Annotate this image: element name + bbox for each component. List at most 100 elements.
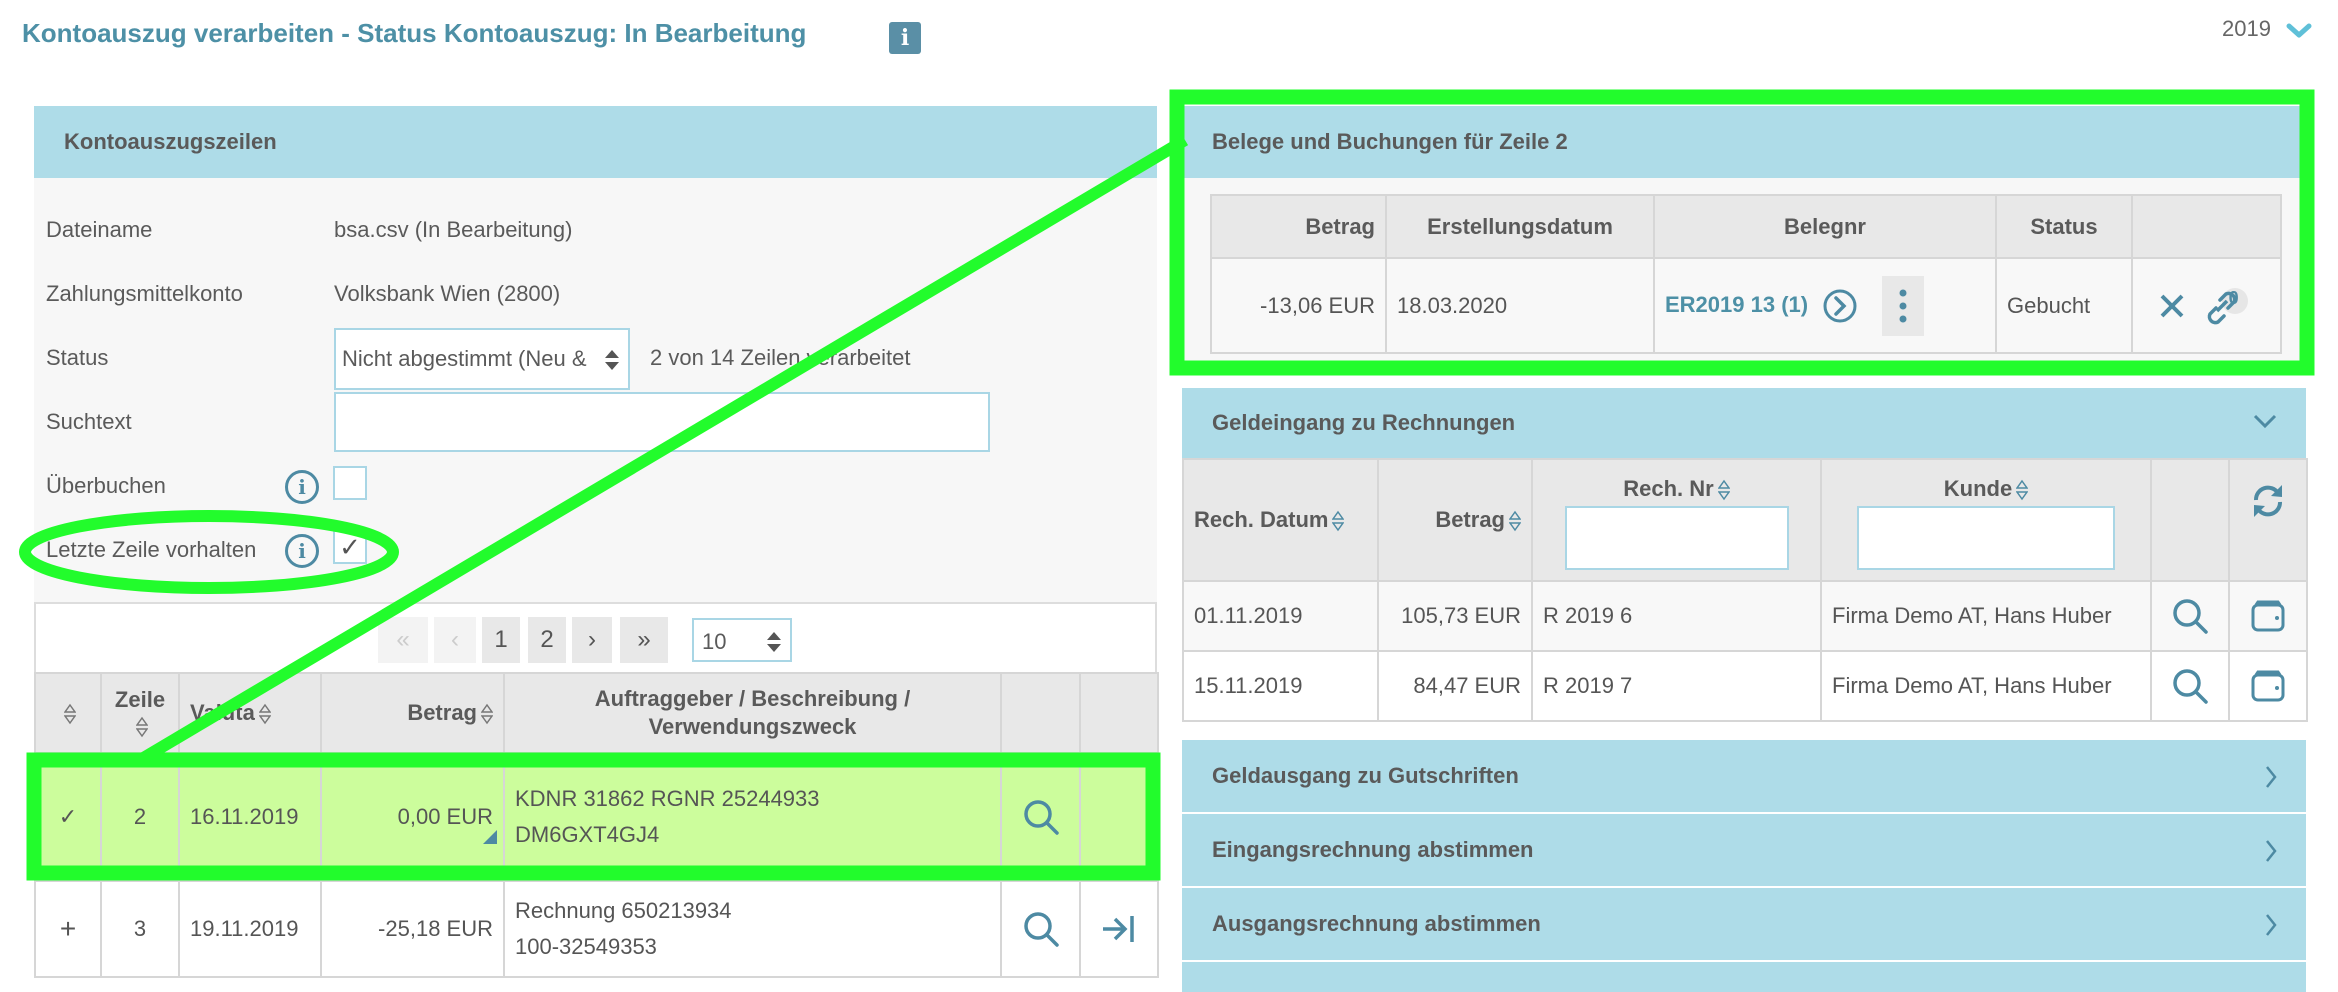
sort-icon [1332, 510, 1345, 532]
prev-page-button[interactable]: ‹ [434, 617, 476, 663]
refresh-icon [2253, 485, 2283, 517]
rech-datum-column-header[interactable]: Rech. Datum [1182, 458, 1379, 582]
last-page-button[interactable]: » [620, 617, 668, 663]
sort-icon[interactable] [2016, 479, 2029, 501]
eingangsrechnung-panel-header[interactable]: Eingangsrechnung abstimmen [1182, 814, 2306, 886]
rech-nr: R 2019 7 [1531, 650, 1822, 722]
betrag-column-header[interactable]: Betrag [320, 672, 505, 754]
page-title: Kontoauszug verarbeiten - Status Kontoau… [22, 18, 807, 48]
zeile-column-header[interactable]: Zeile [100, 672, 180, 754]
search-icon [1023, 912, 1059, 947]
refresh-button[interactable] [2228, 458, 2308, 582]
sort-column-header[interactable] [34, 672, 102, 754]
geldausgang-panel-header[interactable]: Geldausgang zu Gutschriften [1182, 740, 2306, 812]
geldeingang-panel-header[interactable]: Geldeingang zu Rechnungen [1182, 388, 2306, 458]
rech-nr: R 2019 6 [1531, 580, 1822, 652]
statement-lines-table: Zeile Valuta Betrag Auftraggeber / Besch… [34, 672, 1159, 978]
info-circle-icon[interactable]: i [285, 470, 319, 504]
first-page-button[interactable]: « [378, 617, 428, 663]
geldeingang-table: Rech. Datum Betrag Rech. Nr Kunde 01.11.… [1182, 458, 2308, 722]
corner-triangle-icon [483, 830, 497, 844]
rech-datum: 01.11.2019 [1182, 580, 1379, 652]
betrag-column-header[interactable]: Betrag [1377, 458, 1533, 582]
kunde-filter-input[interactable] [1857, 506, 2115, 570]
kontoauszugszeilen-header: Kontoauszugszeilen [34, 106, 1157, 178]
rech-betrag: 105,73 EUR [1377, 580, 1533, 652]
belegnr-link[interactable]: ER2019 13 (1) [1665, 291, 1808, 316]
kunde: Firma Demo AT, Hans Huber [1820, 580, 2152, 652]
link-count: 0 [2228, 287, 2239, 308]
info-circle-icon[interactable]: i [285, 534, 319, 568]
status-select[interactable]: Nicht abgestimmt (Neu & [334, 328, 630, 390]
panel-title: Geldausgang zu Gutschriften [1212, 763, 1519, 788]
action-column-header [2150, 458, 2230, 582]
more-options-button[interactable] [1882, 275, 1925, 336]
row-betrag: 0,00 EUR [320, 752, 505, 882]
suchtext-input[interactable] [334, 392, 990, 452]
panel-title: Kontoauszugszeilen [64, 129, 277, 154]
status-select-value: Nicht abgestimmt (Neu & [342, 346, 587, 371]
panel-title: Geldeingang zu Rechnungen [1212, 410, 1516, 435]
page-2-button[interactable]: 2 [528, 617, 566, 663]
rech-nr-column-header: Rech. Nr [1531, 458, 1822, 582]
status-column-header: Status [1995, 194, 2133, 259]
action-column-header [1000, 672, 1081, 754]
rech-nr-filter-input[interactable] [1564, 506, 1789, 570]
wallet-button[interactable] [2228, 580, 2308, 652]
next-page-button[interactable]: › [572, 617, 612, 663]
kunde-column-header: Kunde [1820, 458, 2152, 582]
page-1-button[interactable]: 1 [482, 617, 520, 663]
belege-panel-header: Belege und Buchungen für Zeile 2 [1182, 106, 2306, 178]
row-description: KDNR 31862 RGNR 25244933 DM6GXT4GJ4 [503, 752, 1002, 882]
table-row[interactable]: + 3 19.11.2019 -25,18 EUR Rechnung 65021… [34, 880, 1159, 978]
info-icon[interactable]: i [889, 22, 921, 54]
skip-to-end-button[interactable] [1079, 880, 1159, 978]
konto-value: Volksbank Wien (2800) [334, 281, 561, 306]
page-size-value: 10 [702, 629, 727, 654]
valuta-column-header[interactable]: Valuta [178, 672, 322, 754]
page-size-select[interactable]: 10 [692, 618, 792, 662]
belege-table: Betrag Erstellungsdatum Belegnr Status -… [1210, 194, 2282, 354]
arrow-to-end-icon [1103, 916, 1134, 942]
ausgangsrechnung-panel-header[interactable]: Ausgangsrechnung abstimmen [1182, 888, 2306, 960]
row-valuta: 19.11.2019 [178, 880, 322, 978]
belegnr-column-header: Belegnr [1653, 194, 1997, 259]
search-button[interactable] [1000, 880, 1081, 978]
belegnr-cell: ER2019 13 (1) [1653, 257, 1997, 354]
ueberbuchen-checkbox[interactable] [333, 466, 367, 500]
chevron-down-icon[interactable] [2286, 22, 2312, 40]
row-valuta: 16.11.2019 [178, 752, 322, 882]
konto-label: Zahlungsmittelkonto [46, 281, 243, 306]
betrag-column-header: Betrag [1210, 194, 1387, 259]
year-selector[interactable]: 2019 [2222, 16, 2271, 42]
next-panel-header[interactable] [1182, 962, 2306, 992]
table-row[interactable]: ✓ 2 16.11.2019 0,00 EUR KDNR 31862 RGNR … [34, 752, 1159, 882]
select-arrows-icon [767, 632, 781, 652]
search-button[interactable] [2150, 580, 2230, 652]
chevron-right-icon [2266, 766, 2277, 788]
dateiname-value: bsa.csv (In Bearbeitung) [334, 217, 573, 242]
panel-title: Eingangsrechnung abstimmen [1212, 837, 1534, 862]
search-button[interactable] [1000, 752, 1081, 882]
empty-action-cell [1079, 752, 1159, 882]
chevron-right-icon [2266, 840, 2277, 862]
search-button[interactable] [2150, 650, 2230, 722]
search-icon [1023, 800, 1059, 835]
row-zeile: 2 [100, 752, 180, 882]
sort-icon [481, 703, 493, 725]
rech-betrag: 84,47 EUR [1377, 650, 1533, 722]
beleg-datum: 18.03.2020 [1385, 257, 1655, 354]
table-row: 15.11.2019 84,47 EUR R 2019 7 Firma Demo… [1182, 650, 2308, 722]
table-header-row: Betrag Erstellungsdatum Belegnr Status [1210, 194, 2282, 259]
row-marker[interactable]: + [34, 880, 102, 978]
letzte-zeile-label: Letzte Zeile vorhalten [46, 537, 257, 562]
circle-chevron-right-icon[interactable] [1822, 288, 1858, 324]
row-marker[interactable]: ✓ [34, 752, 102, 882]
close-icon[interactable] [2159, 293, 2185, 319]
wallet-button[interactable] [2228, 650, 2308, 722]
letzte-zeile-checkbox[interactable]: ✓ [333, 530, 367, 564]
beleg-betrag: -13,06 EUR [1210, 257, 1387, 354]
link-button[interactable]: 0 [2202, 286, 2254, 326]
sort-icon [64, 703, 76, 725]
sort-icon[interactable] [1717, 479, 1730, 501]
